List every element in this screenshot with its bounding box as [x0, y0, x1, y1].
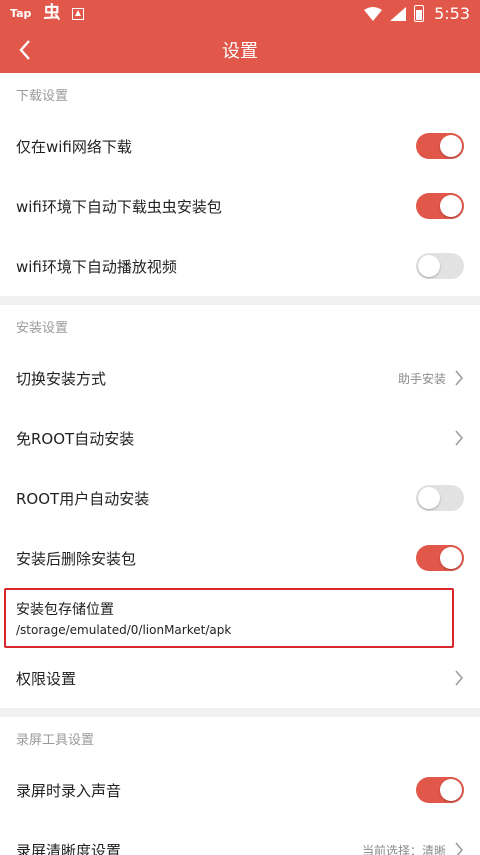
status-left: Tap 虫	[10, 5, 364, 22]
setting-label: 仅在wifi网络下载	[16, 137, 132, 156]
setting-label: wifi环境下自动下载虫虫安装包	[16, 197, 222, 216]
setting-permissions[interactable]: 权限设置	[0, 648, 480, 708]
toggle-switch[interactable]	[416, 777, 464, 803]
signal-icon	[390, 6, 407, 21]
setting-package-storage-location[interactable]: 安装包存储位置 /storage/emulated/0/lionMarket/a…	[4, 588, 454, 648]
setting-label: 安装包存储位置	[16, 602, 114, 618]
toggle-switch[interactable]	[416, 485, 464, 511]
section-divider	[0, 708, 480, 717]
battery-icon	[414, 5, 425, 22]
setting-label: 录屏清晰度设置	[16, 841, 122, 855]
setting-no-root-auto-install[interactable]: 免ROOT自动安装	[0, 408, 480, 468]
clock: 5:53	[434, 4, 470, 23]
setting-record-audio[interactable]: 录屏时录入声音	[0, 760, 480, 820]
back-button[interactable]	[12, 36, 40, 64]
setting-label: 免ROOT自动安装	[16, 429, 135, 448]
toggle-knob	[440, 135, 462, 157]
storage-path: /storage/emulated/0/lionMarket/apk	[16, 623, 232, 637]
chevron-right-icon	[455, 430, 463, 446]
chongchong-app-icon: 虫	[43, 3, 61, 23]
setting-wifi-only-download[interactable]: 仅在wifi网络下载	[0, 116, 480, 176]
section-divider	[0, 296, 480, 305]
setting-label: 切换安装方式	[16, 369, 107, 388]
back-chevron-icon	[19, 40, 30, 60]
toggle-switch[interactable]	[416, 545, 464, 571]
status-bar: Tap 虫 5:53	[0, 0, 480, 27]
setting-label: 权限设置	[16, 669, 77, 688]
alert-icon	[72, 7, 85, 20]
toggle-knob	[418, 255, 440, 277]
toggle-knob	[440, 779, 462, 801]
toggle-switch[interactable]	[416, 253, 464, 279]
toggle-knob	[440, 547, 462, 569]
setting-label: 安装后删除安装包	[16, 549, 137, 568]
page-title: 设置	[222, 41, 258, 62]
setting-wifi-auto-download-package[interactable]: wifi环境下自动下载虫虫安装包	[0, 176, 480, 236]
app-bar: 设置	[0, 27, 480, 73]
section-header-record: 录屏工具设置	[16, 733, 95, 748]
chevron-right-icon	[455, 842, 463, 855]
chevron-right-icon	[455, 370, 463, 386]
toggle-knob	[440, 195, 462, 217]
section-header-download: 下载设置	[16, 89, 69, 104]
setting-root-auto-install[interactable]: ROOT用户自动安装	[0, 468, 480, 528]
toggle-knob	[418, 487, 440, 509]
setting-value: 助手安装	[397, 371, 446, 386]
setting-record-quality[interactable]: 录屏清晰度设置 当前选择：清晰	[0, 820, 480, 855]
setting-install-method[interactable]: 切换安装方式 助手安装	[0, 348, 480, 408]
toggle-switch[interactable]	[416, 193, 464, 219]
setting-delete-after-install[interactable]: 安装后删除安装包	[0, 528, 480, 588]
status-right: 5:53	[364, 4, 470, 23]
chevron-right-icon	[455, 670, 463, 686]
setting-wifi-autoplay-video[interactable]: wifi环境下自动播放视频	[0, 236, 480, 296]
toggle-switch[interactable]	[416, 133, 464, 159]
section-header-install: 安装设置	[16, 321, 69, 336]
setting-label: ROOT用户自动安装	[16, 489, 150, 508]
tap-app-icon: Tap	[10, 7, 32, 20]
setting-value: 当前选择：清晰	[361, 843, 446, 855]
setting-label: 录屏时录入声音	[16, 781, 122, 800]
wifi-icon	[364, 6, 383, 21]
setting-label: wifi环境下自动播放视频	[16, 257, 177, 276]
